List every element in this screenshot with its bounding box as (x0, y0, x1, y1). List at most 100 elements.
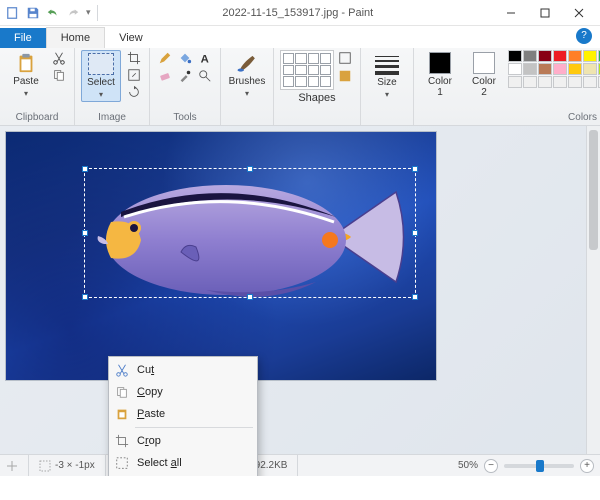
qat-dropdown-icon[interactable]: ▾ (86, 7, 91, 18)
undo-icon[interactable] (44, 4, 62, 22)
select-button[interactable]: Select ▾ (81, 50, 121, 102)
selection-handle[interactable] (82, 166, 88, 172)
chevron-down-icon: ▾ (24, 89, 28, 98)
chevron-down-icon: ▾ (99, 90, 103, 99)
maximize-button[interactable] (528, 0, 562, 26)
svg-text:A: A (201, 53, 209, 65)
rotate-button[interactable] (125, 84, 143, 100)
selection-handle[interactable] (82, 294, 88, 300)
palette-swatch[interactable] (523, 50, 537, 62)
selection-handle[interactable] (247, 294, 253, 300)
ctx-copy-label: Copy (137, 386, 163, 398)
palette-swatch[interactable] (523, 76, 537, 88)
select-all-icon (113, 456, 131, 470)
color2-label: Color 2 (472, 76, 496, 98)
palette-swatch[interactable] (553, 63, 567, 75)
redo-icon[interactable] (64, 4, 82, 22)
help-button[interactable]: ? (576, 28, 592, 44)
zoom-thumb[interactable] (536, 460, 544, 472)
ctx-select-all[interactable]: Select all (109, 452, 257, 474)
ctx-copy[interactable]: Copy (109, 381, 257, 403)
fill-tool[interactable] (176, 50, 194, 66)
scrollbar-thumb[interactable] (589, 130, 598, 250)
zoom-in-button[interactable]: + (580, 459, 594, 473)
paste-icon (113, 407, 131, 421)
selection-handle[interactable] (412, 166, 418, 172)
magnifier-tool[interactable] (196, 68, 214, 84)
vertical-scrollbar[interactable] (586, 126, 600, 454)
scissors-icon (113, 363, 131, 377)
palette-swatch[interactable] (538, 76, 552, 88)
crop-icon (113, 434, 131, 448)
ctx-paste-label: Paste (137, 408, 165, 420)
ribbon: Paste ▾ Clipboard Select ▾ Image (0, 48, 600, 126)
paste-button[interactable]: Paste ▾ (6, 50, 46, 98)
shapes-gallery[interactable] (280, 50, 334, 90)
text-tool[interactable]: A (196, 50, 214, 66)
crop-button[interactable] (125, 50, 143, 66)
color-palette[interactable] (508, 50, 600, 88)
group-colors: Color 1 Color 2 Edit colors Edit with Pa… (414, 48, 600, 125)
status-cursor-tool (6, 455, 29, 476)
brushes-button[interactable]: Brushes ▾ (227, 50, 267, 98)
group-clipboard: Paste ▾ Clipboard (0, 48, 75, 125)
ctx-paste[interactable]: Paste (109, 403, 257, 425)
cut-button[interactable] (50, 50, 68, 66)
palette-swatch[interactable] (583, 63, 597, 75)
ctx-cut[interactable]: Cut (109, 359, 257, 381)
ctx-invert-selection[interactable]: Invert selection (109, 474, 257, 476)
shape-outline-button[interactable] (336, 50, 354, 66)
selection-handle[interactable] (412, 294, 418, 300)
tab-view[interactable]: View (105, 28, 157, 48)
window-title: 2022-11-15_153917.jpg - Paint (102, 7, 494, 19)
color2-button[interactable]: Color 2 (464, 50, 504, 98)
size-button[interactable]: Size ▾ (367, 50, 407, 99)
palette-swatch[interactable] (568, 50, 582, 62)
zoom-value: 50% (458, 460, 478, 471)
palette-swatch[interactable] (538, 63, 552, 75)
minimize-button[interactable] (494, 0, 528, 26)
ctx-crop[interactable]: Crop (109, 430, 257, 452)
palette-swatch[interactable] (568, 63, 582, 75)
palette-swatch[interactable] (583, 76, 597, 88)
zoom-slider[interactable] (504, 464, 574, 468)
select-icon (88, 53, 114, 75)
copy-icon (113, 385, 131, 399)
shape-fill-button[interactable] (336, 68, 354, 84)
color1-button[interactable]: Color 1 (420, 50, 460, 98)
palette-swatch[interactable] (583, 50, 597, 62)
selection-handle[interactable] (247, 166, 253, 172)
selection-handle[interactable] (412, 230, 418, 236)
selection-handle[interactable] (82, 230, 88, 236)
group-size-label (367, 123, 407, 125)
status-cursor-text: -3 × -1px (55, 460, 95, 471)
tab-file[interactable]: File (0, 28, 46, 48)
status-bar: -3 × -1px 1239 × 793px Size: 92.2KB 50% … (0, 454, 600, 476)
palette-swatch[interactable] (508, 76, 522, 88)
picker-tool[interactable] (176, 68, 194, 84)
palette-swatch[interactable] (568, 76, 582, 88)
palette-swatch[interactable] (553, 50, 567, 62)
ctx-select-all-label: Select all (137, 457, 182, 469)
qat-file-icon[interactable] (4, 4, 22, 22)
pencil-tool[interactable] (156, 50, 174, 66)
size-label: Size (377, 77, 396, 88)
tab-home[interactable]: Home (46, 27, 105, 48)
canvas[interactable] (6, 132, 436, 380)
quick-access-toolbar: ▾ (4, 4, 102, 22)
palette-swatch[interactable] (523, 63, 537, 75)
palette-swatch[interactable] (508, 50, 522, 62)
group-image-label: Image (81, 112, 143, 125)
eraser-tool[interactable] (156, 68, 174, 84)
palette-swatch[interactable] (508, 63, 522, 75)
zoom-out-button[interactable]: − (484, 459, 498, 473)
save-icon[interactable] (24, 4, 42, 22)
separator (97, 5, 98, 21)
resize-button[interactable] (125, 67, 143, 83)
palette-swatch[interactable] (538, 50, 552, 62)
work-area: Cut Copy Paste Crop Select all Invert se… (0, 126, 600, 476)
copy-button[interactable] (50, 67, 68, 83)
selection-rectangle[interactable] (84, 168, 416, 298)
close-button[interactable] (562, 0, 596, 26)
palette-swatch[interactable] (553, 76, 567, 88)
